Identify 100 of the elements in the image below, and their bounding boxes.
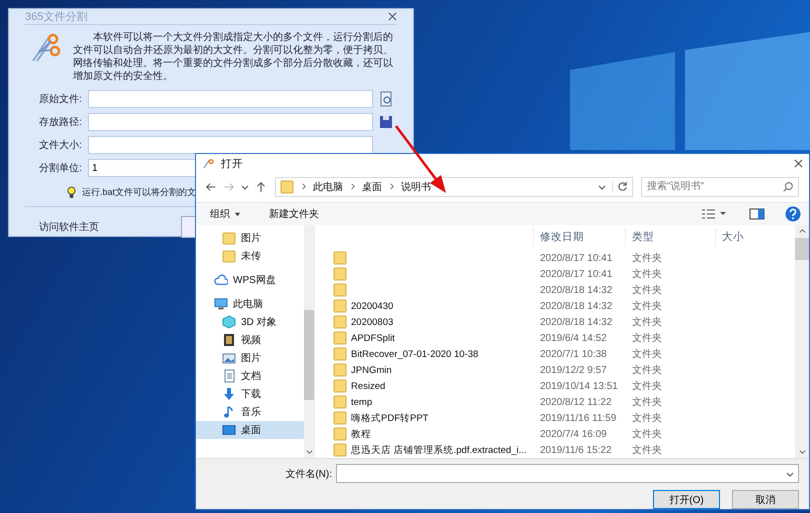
date-cell-text: 2019/11/16 11:59 [539, 412, 618, 424]
type-cell-text: 文件夹 [631, 412, 663, 425]
scroll-down-icon[interactable] [798, 448, 806, 455]
file-name[interactable]: BitRecover_07-01-2020 10-38 [351, 348, 478, 360]
back-arrow-icon[interactable] [205, 180, 217, 193]
file-name[interactable]: JPNGmin [351, 364, 392, 376]
chevron-icon [300, 183, 307, 190]
nav-item[interactable]: 图片 [196, 349, 304, 367]
file-name-label: 文件名(N): [285, 468, 332, 480]
type-cell-text: 文件夹 [631, 364, 663, 377]
file-row[interactable]: 思迅天店 店铺管理系统.pdf.extracted_i... 2019/11/6 15:22 文件夹 [327, 442, 797, 458]
field-label: 原始文件: [39, 92, 83, 106]
file-name[interactable]: temp [351, 396, 372, 408]
up-arrow-icon[interactable] [255, 180, 267, 193]
type-cell-text: 文件夹 [631, 444, 663, 457]
file-name[interactable]: Resized [351, 380, 386, 392]
folder-icon [222, 231, 236, 245]
nav-item[interactable]: 文档 [196, 367, 304, 385]
folder-icon [333, 443, 347, 457]
file-row[interactable]: temp 2020/8/12 11:22 文件夹 [327, 394, 797, 410]
open-button[interactable]: 打开(O) [653, 490, 720, 509]
field-label: 分割单位: [39, 162, 83, 175]
nav-item[interactable]: 图片 [196, 229, 304, 247]
view-options-icon[interactable] [701, 207, 729, 222]
date-cell-text: 2020/8/18 14:32 [539, 284, 614, 296]
homepage-link[interactable]: 访问软件主页 [39, 220, 99, 234]
help-icon[interactable] [785, 206, 801, 222]
scrollbar[interactable] [795, 225, 809, 458]
close-icon[interactable] [794, 159, 803, 168]
desktop-icon [222, 423, 236, 437]
chevron-icon [349, 183, 356, 190]
date-cell-text: 2020/8/17 10:41 [539, 252, 614, 264]
file-name[interactable]: APDFSplit [351, 332, 395, 344]
preview-pane-icon[interactable] [749, 206, 765, 222]
breadcrumb[interactable]: 说明书 [401, 180, 431, 194]
file-row[interactable]: APDFSplit 2019/6/4 14:52 文件夹 [327, 330, 797, 346]
input-field[interactable] [88, 90, 373, 108]
close-icon[interactable] [388, 12, 397, 21]
file-row[interactable]: BitRecover_07-01-2020 10-38 2020/7/1 10:38 文件夹 [327, 346, 797, 362]
file-name[interactable]: 20200430 [351, 300, 394, 312]
folder-icon [280, 180, 294, 194]
type-cell-text: 文件夹 [631, 268, 663, 281]
input-field[interactable] [88, 113, 373, 131]
address-bar[interactable]: 此电脑 桌面 说明书 [275, 176, 633, 197]
breadcrumb[interactable]: 桌面 [362, 180, 382, 194]
scroll-up-icon[interactable] [798, 228, 806, 235]
file-row[interactable]: JPNGmin 2019/12/2 9:57 文件夹 [327, 362, 797, 378]
file-row[interactable]: Resized 2019/10/14 13:51 文件夹 [327, 378, 797, 394]
scroll-down-icon[interactable] [306, 448, 312, 455]
date-cell-text: 2020/8/12 11:22 [539, 396, 613, 408]
nav-item[interactable]: 音乐 [196, 403, 304, 421]
file-row[interactable]: 20200430 2020/8/18 14:32 文件夹 [327, 298, 797, 314]
dropdown-icon[interactable] [786, 470, 794, 478]
file-name[interactable]: 嗨格式PDF转PPT [351, 412, 428, 424]
scrollbar[interactable] [304, 225, 314, 458]
file-name-field[interactable] [336, 464, 799, 483]
column-header[interactable]: 大小 [715, 227, 775, 247]
file-row[interactable]: 2020/8/18 14:32 文件夹 [327, 282, 797, 298]
nav-item[interactable]: 下载 [196, 385, 304, 403]
caret-icon[interactable] [234, 210, 241, 218]
type-cell-text: 文件夹 [631, 396, 663, 409]
file-name[interactable]: 20200803 [351, 316, 394, 328]
tip-text: 运行.bat文件可以将分割的文 [82, 186, 196, 199]
date-cell-text: 2019/11/6 15:22 [539, 444, 613, 456]
new-folder-button[interactable]: 新建文件夹 [269, 207, 319, 222]
date-cell-text: 2020/7/1 10:38 [539, 348, 608, 360]
file-name[interactable]: 思迅天店 店铺管理系统.pdf.extracted_i... [351, 444, 527, 456]
file-name[interactable]: 教程 [351, 428, 371, 440]
nav-item[interactable]: 视频 [196, 331, 304, 349]
breadcrumb[interactable]: 此电脑 [313, 180, 343, 194]
column-header[interactable]: 修改日期 [533, 227, 625, 247]
folder-icon [333, 315, 347, 329]
scrollbar-thumb[interactable] [304, 310, 314, 400]
organize-menu[interactable]: 组织 [210, 207, 241, 222]
file-icon[interactable] [379, 91, 393, 107]
type-cell-text: 文件夹 [631, 316, 663, 329]
scrollbar-thumb[interactable] [795, 238, 809, 260]
nav-item[interactable]: 此电脑 [196, 295, 304, 313]
date-cell-text: 2020/8/17 10:41 [539, 268, 614, 280]
dropdown-icon[interactable] [598, 182, 606, 191]
type-cell-text: 文件夹 [631, 428, 663, 441]
search-icon[interactable] [782, 180, 794, 193]
input-field[interactable] [88, 136, 373, 154]
picture-icon [222, 351, 236, 365]
folder-icon [333, 283, 347, 297]
file-row[interactable]: 20200803 2020/8/18 14:32 文件夹 [327, 314, 797, 330]
file-row[interactable]: 2020/8/17 10:41 文件夹 [327, 250, 797, 266]
folder-icon [333, 395, 347, 409]
cancel-button[interactable]: 取消 [732, 490, 799, 509]
folder-icon [333, 251, 347, 265]
search-field[interactable]: 搜索"说明书" [641, 176, 799, 197]
file-row[interactable]: 嗨格式PDF转PPT 2019/11/16 11:59 文件夹 [327, 410, 797, 426]
file-row[interactable]: 教程 2020/7/4 16:09 文件夹 [327, 426, 797, 442]
nav-item[interactable]: 桌面 [196, 421, 304, 439]
column-header[interactable]: 类型 [625, 227, 715, 247]
nav-item[interactable]: 3D 对象 [196, 313, 304, 331]
field-label: 存放路径: [39, 116, 83, 129]
nav-item[interactable]: 未传 [196, 247, 304, 265]
nav-item[interactable]: WPS网盘 [196, 271, 304, 289]
file-row[interactable]: 2020/8/17 10:41 文件夹 [327, 266, 797, 282]
